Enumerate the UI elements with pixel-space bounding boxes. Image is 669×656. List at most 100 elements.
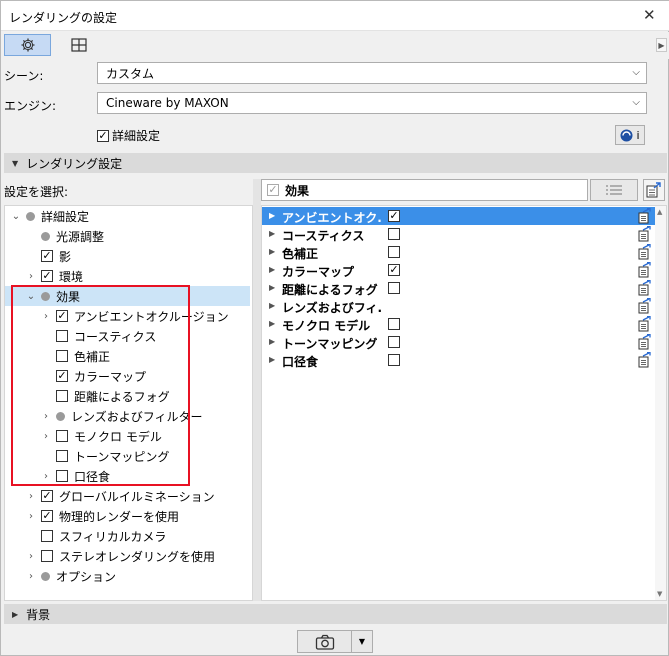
tree-item[interactable]: › ✓ 環境 <box>26 266 83 286</box>
effect-label: カラーマップ <box>282 265 355 279</box>
expand-triangle-icon[interactable]: ▶ <box>269 247 275 256</box>
tree-item-checkbox[interactable]: ✓ <box>41 510 53 522</box>
engine-info-button[interactable]: i <box>615 125 645 145</box>
scene-select[interactable]: カスタム ⌵ <box>97 62 647 84</box>
effects-list: ▶ アンビエントオク... ✓ ▶ コースティクス ▶ 色補正 ▶ カラーマップ ✓ ▶ 距離によるフ… <box>261 205 667 601</box>
tree-item-label: 影 <box>59 249 72 264</box>
info-label: i <box>636 128 640 142</box>
rendering-settings-title: レンダリング設定 <box>26 156 123 171</box>
effect-checkbox[interactable] <box>388 354 400 366</box>
effects-toolbar: ✓ 効果 <box>261 179 667 205</box>
chevron-right-icon[interactable]: › <box>26 511 36 522</box>
chevron-right-icon[interactable]: › <box>26 571 36 582</box>
status-dot-icon <box>41 571 50 581</box>
highlight-annotation-box <box>11 285 190 486</box>
tree-item-label: ステレオレンダリングを使用 <box>59 549 216 564</box>
tab-scroll-right-icon[interactable]: ▶ <box>656 38 667 52</box>
advanced-checkbox[interactable]: ✓ 詳細設定 <box>97 127 160 144</box>
expand-triangle-icon[interactable]: ▶ <box>269 355 275 364</box>
effect-label: 距離によるフォグ <box>282 283 378 297</box>
render-options-dropdown[interactable]: ▼ <box>351 630 373 653</box>
chevron-down-icon: ▼ <box>358 637 366 646</box>
gear-icon <box>21 38 34 52</box>
export-icon <box>646 182 661 198</box>
effect-row[interactable]: ▶ カラーマップ ✓ <box>262 261 657 279</box>
export-icon[interactable] <box>638 351 652 371</box>
effects-group-checkbox[interactable]: ✓ <box>267 184 279 196</box>
effect-checkbox[interactable]: ✓ <box>388 210 400 222</box>
effect-checkbox[interactable] <box>388 246 400 258</box>
advanced-label: 詳細設定 <box>112 129 161 143</box>
tree-item[interactable]: › ✓ 物理的レンダーを使用 <box>26 506 179 526</box>
effect-row[interactable]: ▶ コースティクス <box>262 225 657 243</box>
effects-group-field[interactable]: ✓ 効果 <box>261 179 588 201</box>
chevron-right-icon[interactable]: › <box>26 271 36 282</box>
chevron-down-icon: ⌵ <box>632 97 640 108</box>
effect-row[interactable]: ▶ アンビエントオク... ✓ <box>262 207 657 225</box>
background-header[interactable]: ▶ 背景 <box>4 604 667 624</box>
collapse-triangle-icon: ▼ <box>12 158 19 168</box>
scroll-up-icon[interactable]: ▲ <box>657 208 662 216</box>
export-button[interactable] <box>643 179 665 201</box>
effect-row[interactable]: ▶ レンズおよびフィ... <box>262 297 657 315</box>
tab-layout[interactable] <box>55 34 102 56</box>
rendering-settings-header[interactable]: ▼ レンダリング設定 <box>4 153 667 173</box>
scene-value: カスタム <box>106 66 155 81</box>
tree-item[interactable]: › ステレオレンダリングを使用 <box>26 546 215 566</box>
tree-item-checkbox[interactable]: ✓ <box>41 270 53 282</box>
chevron-right-icon[interactable]: › <box>26 551 36 562</box>
effect-label: 色補正 <box>282 247 319 261</box>
tree-item-checkbox[interactable] <box>41 530 53 542</box>
tree-item-checkbox[interactable]: ✓ <box>41 490 53 502</box>
effect-row[interactable]: ▶ 距離によるフォグ <box>262 279 657 297</box>
chevron-down-icon: ⌵ <box>632 67 640 78</box>
window-title: レンダリングの設定 <box>9 11 118 25</box>
layout-icon <box>70 38 87 52</box>
effect-row[interactable]: ▶ 口径食 <box>262 351 657 369</box>
tree-item[interactable]: › ✓ グローバルイルミネーション <box>26 486 215 506</box>
scroll-down-icon[interactable]: ▼ <box>657 590 662 598</box>
tree-item-checkbox[interactable]: ✓ <box>41 250 53 262</box>
chevron-down-icon[interactable]: ⌄ <box>11 211 21 222</box>
effect-checkbox[interactable] <box>388 228 400 240</box>
expand-triangle-icon[interactable]: ▶ <box>269 283 275 292</box>
tree-item[interactable]: ⌄ 詳細設定 <box>11 206 89 226</box>
effect-checkbox[interactable]: ✓ <box>388 264 400 276</box>
expand-triangle-icon[interactable]: ▶ <box>269 337 275 346</box>
tree-item-label: グローバルイルミネーション <box>59 489 215 504</box>
tree-item-checkbox[interactable] <box>41 550 53 562</box>
expand-triangle-icon[interactable]: ▶ <box>269 211 275 220</box>
effect-row[interactable]: ▶ モノクロ モデル <box>262 315 657 333</box>
scene-label: シーン: <box>4 69 44 83</box>
tree-item-label: スフィリカルカメラ <box>59 529 167 544</box>
expand-triangle-icon[interactable]: ▶ <box>269 229 275 238</box>
effect-checkbox[interactable] <box>388 336 400 348</box>
tree-item-label: 物理的レンダーを使用 <box>59 509 180 524</box>
engine-value: Cineware by MAXON <box>106 96 229 110</box>
advanced-checkbox-box[interactable]: ✓ <box>97 129 109 142</box>
tree-item[interactable]: ✓ 影 <box>26 246 71 266</box>
tree-item[interactable]: › オプション <box>26 566 116 586</box>
render-button[interactable] <box>297 630 352 653</box>
effect-label: モノクロ モデル <box>282 319 371 333</box>
engine-select[interactable]: Cineware by MAXON ⌵ <box>97 92 647 114</box>
expand-triangle-icon[interactable]: ▶ <box>269 301 275 310</box>
tree-item-label: 環境 <box>59 269 84 284</box>
effect-checkbox[interactable] <box>388 318 400 330</box>
panel-splitter[interactable] <box>253 179 261 601</box>
expand-triangle-icon[interactable]: ▶ <box>269 265 275 274</box>
tree-item[interactable]: スフィリカルカメラ <box>26 526 166 546</box>
camera-icon <box>315 634 334 650</box>
effect-checkbox[interactable] <box>388 282 400 294</box>
tab-settings[interactable] <box>4 34 51 56</box>
tab-bar: ▶ <box>1 32 669 59</box>
close-icon[interactable]: ✕ <box>643 6 656 24</box>
list-view-button[interactable] <box>590 179 638 201</box>
effect-row[interactable]: ▶ トーンマッピング <box>262 333 657 351</box>
chevron-right-icon[interactable]: › <box>26 491 36 502</box>
tree-item[interactable]: 光源調整 <box>26 226 104 246</box>
expand-triangle-icon[interactable]: ▶ <box>269 319 275 328</box>
effect-row[interactable]: ▶ 色補正 <box>262 243 657 261</box>
select-settings-label: 設定を選択: <box>4 185 69 199</box>
effects-scrollbar[interactable]: ▲ ▼ <box>655 206 666 600</box>
